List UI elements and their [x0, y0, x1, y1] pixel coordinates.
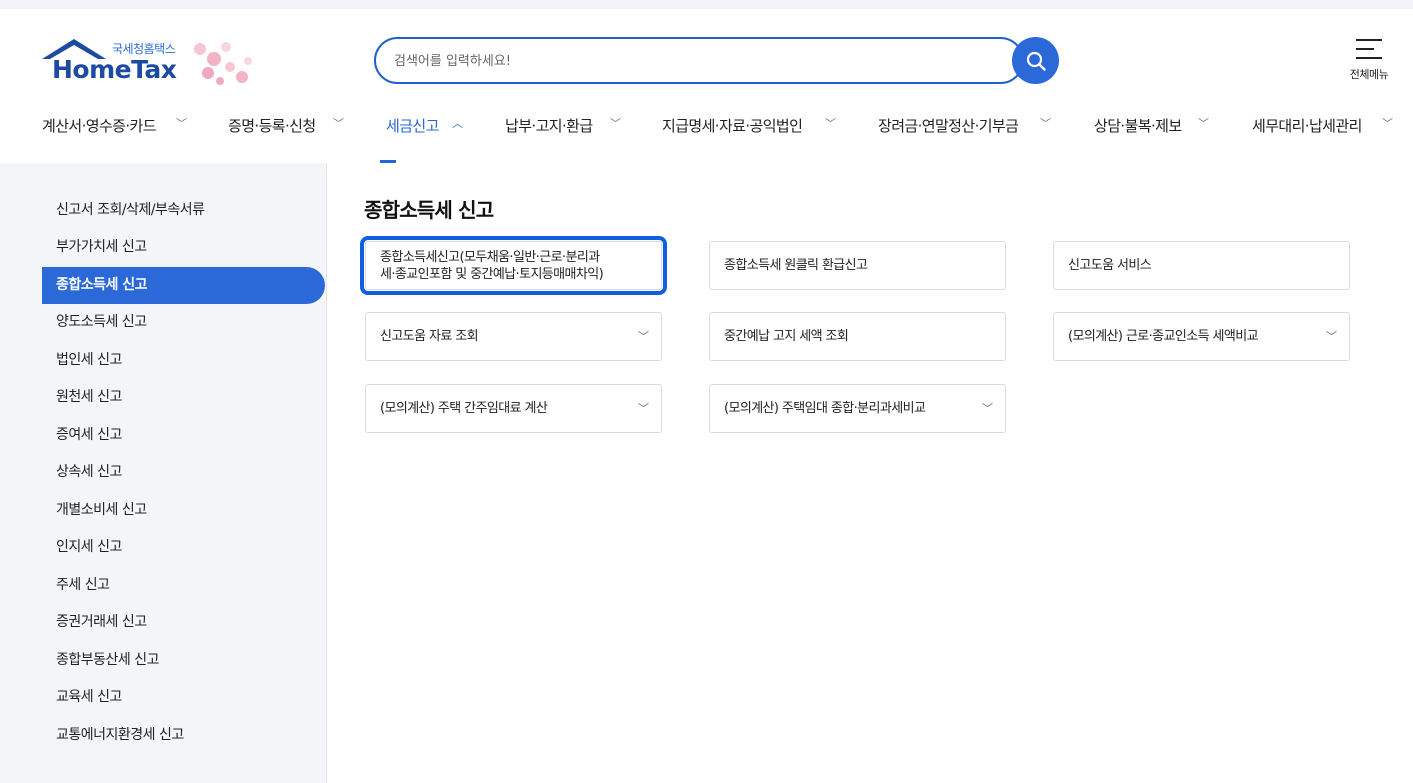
chevron-down-icon: ﹀ — [610, 117, 621, 130]
logo-wordmark: HomeTax — [52, 55, 177, 84]
chevron-down-icon: ﹀ — [1326, 330, 1337, 343]
card-label: 신고도움 자료 조회 — [380, 329, 479, 344]
gnb-item-label: 지급명세·자료·공익법인 — [662, 117, 803, 135]
card-one-click-refund[interactable]: 종합소득세 원클릭 환급신고 — [709, 241, 1006, 290]
all-menu-button[interactable]: 전체메뉴 — [1342, 37, 1396, 87]
sidebar-item-stamp[interactable]: 인지세 신고 — [42, 529, 325, 566]
card-label: 중간예납 고지 세액 조회 — [724, 329, 849, 344]
hometax-logo[interactable]: 국세청홈택스 HomeTax — [40, 37, 270, 97]
chevron-down-icon: ﹀ — [176, 117, 187, 130]
chevron-down-icon: ﹀ — [638, 330, 649, 343]
chevron-down-icon: ﹀ — [1040, 117, 1051, 130]
sidebar-item-corporate-tax[interactable]: 법인세 신고 — [42, 342, 325, 379]
sidebar: 신고서 조회/삭제/부속서류 부가가치세 신고 종합소득세 신고 양도소득세 신… — [0, 163, 327, 783]
search-input[interactable] — [394, 49, 994, 73]
main-content: 종합소득세 신고 종합소득세신고(모두채움·일반·근로·분리과 세·종교인포함 … — [327, 163, 1413, 783]
gnb-item-label: 증명·등록·신청 — [228, 117, 316, 135]
page-title: 종합소득세 신고 — [364, 198, 494, 222]
card-label: 종합소득세 원클릭 환급신고 — [724, 258, 868, 273]
gnb-item-label: 세금신고 — [386, 117, 439, 135]
card-label: (모의계산) 주택 간주임대료 계산 — [380, 401, 548, 416]
gnb-item-label: 장려금·연말정산·기부금 — [878, 117, 1019, 135]
card-label: (모의계산) 근로·종교인소득 세액비교 — [1068, 329, 1259, 344]
sidebar-item-return-lookup[interactable]: 신고서 조회/삭제/부속서류 — [42, 192, 325, 229]
card-label: 신고도움 서비스 — [1068, 258, 1152, 273]
card-interim-prepayment[interactable]: 중간예납 고지 세액 조회 — [709, 312, 1006, 361]
gnb-item-label: 계산서·영수증·카드 — [42, 117, 157, 135]
card-income-tax-filing[interactable]: 종합소득세신고(모두채움·일반·근로·분리과 세·종교인포함 및 중간예납·토지… — [360, 236, 667, 295]
card-sim-deemed-rent[interactable]: (모의계산) 주택 간주임대료 계산 ﹀ — [365, 384, 662, 433]
sidebar-item-property[interactable]: 종합부동산세 신고 — [42, 642, 325, 679]
chevron-down-icon: ﹀ — [982, 402, 993, 415]
gnb-item-label: 상담·불복·제보 — [1094, 117, 1182, 135]
card-label-line2: 세·종교인포함 및 중간예납·토지등매매차익) — [380, 266, 604, 282]
hamburger-icon — [1356, 39, 1382, 59]
gnb-item-label: 세무대리·납세관리 — [1252, 117, 1362, 135]
sidebar-item-inheritance[interactable]: 상속세 신고 — [42, 454, 325, 491]
chevron-down-icon: ﹀ — [1382, 117, 1393, 130]
sidebar-item-excise[interactable]: 개별소비세 신고 — [42, 492, 325, 529]
global-nav: 계산서·영수증·카드 ﹀ 증명·등록·신청 ﹀ 세금신고 ︿ 납부·고지·환급 … — [0, 109, 1413, 163]
card-label-line1: 종합소득세신고(모두채움·일반·근로·분리과 — [380, 249, 600, 265]
chevron-up-icon: ︿ — [452, 117, 463, 130]
search-bar — [374, 37, 1024, 84]
card-label: 종합소득세신고(모두채움·일반·근로·분리과 세·종교인포함 및 중간예납·토지… — [380, 242, 604, 289]
sidebar-item-vat[interactable]: 부가가치세 신고 — [42, 229, 325, 266]
all-menu-label: 전체메뉴 — [1349, 68, 1389, 81]
sidebar-item-income-tax[interactable]: 종합소득세 신고 — [42, 267, 325, 304]
sidebar-item-capital-gains[interactable]: 양도소득세 신고 — [42, 304, 325, 341]
card-sim-religious-income[interactable]: (모의계산) 근로·종교인소득 세액비교 ﹀ — [1053, 312, 1350, 361]
card-filing-help-service[interactable]: 신고도움 서비스 — [1053, 241, 1350, 290]
search-icon — [1026, 51, 1046, 71]
gnb-item-label: 납부·고지·환급 — [505, 117, 593, 135]
search-button[interactable] — [1012, 37, 1059, 84]
sidebar-item-securities[interactable]: 증권거래세 신고 — [42, 604, 325, 641]
sidebar-item-liquor[interactable]: 주세 신고 — [42, 567, 325, 604]
card-filing-help-data[interactable]: 신고도움 자료 조회 ﹀ — [365, 312, 662, 361]
chevron-down-icon: ﹀ — [333, 117, 344, 130]
card-sim-housing-rental[interactable]: (모의계산) 주택임대 종합·분리과세비교 ﹀ — [709, 384, 1006, 433]
chevron-down-icon: ﹀ — [638, 402, 649, 415]
top-strip — [0, 0, 1413, 9]
chevron-down-icon: ﹀ — [1198, 117, 1209, 130]
site-header: 국세청홈택스 HomeTax 전체메뉴 계산서·영수증· — [0, 9, 1413, 163]
cherry-blossom-icon — [194, 42, 252, 85]
card-label: (모의계산) 주택임대 종합·분리과세비교 — [724, 401, 926, 416]
chevron-down-icon: ﹀ — [825, 117, 836, 130]
sidebar-item-transport-energy[interactable]: 교통에너지환경세 신고 — [42, 717, 325, 754]
sidebar-item-withholding[interactable]: 원천세 신고 — [42, 379, 325, 416]
sidebar-item-education[interactable]: 교육세 신고 — [42, 679, 325, 716]
sidebar-item-gift-tax[interactable]: 증여세 신고 — [42, 417, 325, 454]
